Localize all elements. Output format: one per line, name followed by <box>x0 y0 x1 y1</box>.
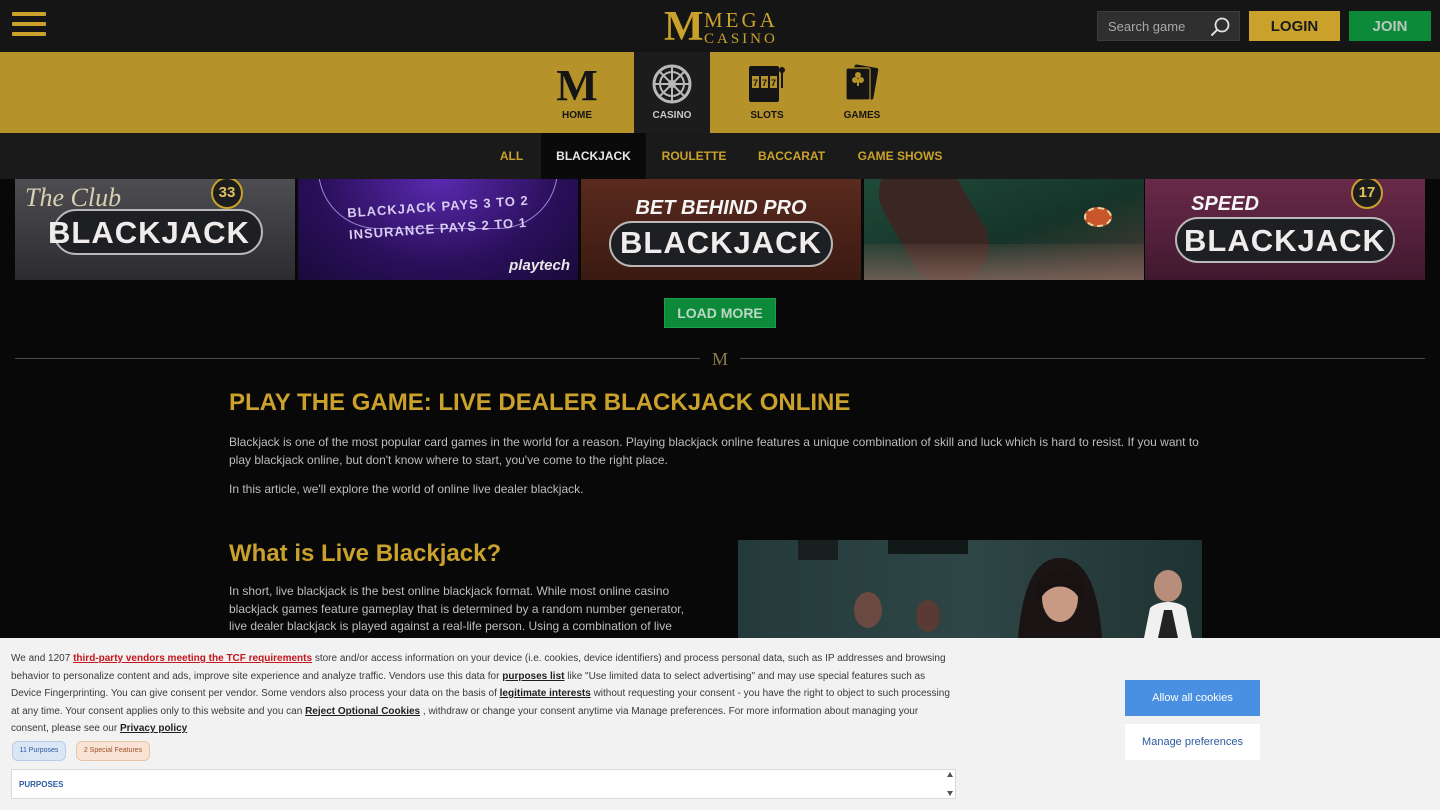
game-tile-playtech-blackjack[interactable]: BLACKJACK PAYS 3 TO 2 INSURANCE PAYS 2 T… <box>298 179 578 280</box>
tile-badge: 33 <box>211 179 243 209</box>
category-slots[interactable]: 7 7 7 SLOTS <box>729 52 805 133</box>
category-label: CASINO <box>652 110 692 121</box>
divider-logo-mark: M <box>711 349 728 369</box>
article-body-paragraph: In short, live blackjack is the best onl… <box>229 584 684 634</box>
purposes-list-box[interactable]: PURPOSES <box>11 769 956 799</box>
tab-roulette[interactable]: ROULETTE <box>650 133 738 179</box>
logo-text-bottom: CASINO <box>704 31 778 47</box>
search-icon[interactable] <box>1209 16 1231 38</box>
game-tile-speed-blackjack[interactable]: 17 SPEED BLACKJACK <box>1145 179 1425 280</box>
chip-stack <box>1084 207 1112 227</box>
playing-cards-icon <box>845 64 879 101</box>
tile-title: BLACKJACK <box>48 215 250 250</box>
game-tile-bet-behind-pro-blackjack[interactable]: BET BEHIND PRO BLACKJACK <box>581 179 861 280</box>
allow-all-cookies-button[interactable]: Allow all cookies <box>1125 680 1260 716</box>
mega-m-icon: M <box>557 64 597 104</box>
manage-preferences-button[interactable]: Manage preferences <box>1125 724 1260 760</box>
special-features-chip[interactable]: 2 Special Features <box>76 741 150 761</box>
category-label: GAMES <box>843 110 881 121</box>
purposes-count-chip[interactable]: 11 Purposes <box>12 741 66 761</box>
tab-baccarat[interactable]: BACCARAT <box>745 133 838 179</box>
svg-text:7: 7 <box>762 78 767 88</box>
menu-icon[interactable] <box>12 12 46 40</box>
article-intro-paragraph-2: In this article, we'll explore the world… <box>229 482 584 496</box>
category-label: HOME <box>562 110 592 121</box>
scroll-up-arrow-icon[interactable] <box>947 772 953 777</box>
cookie-consent-text: We and 1207 third-party vendors meeting … <box>11 650 956 738</box>
category-label: SLOTS <box>750 110 784 121</box>
svg-text:M: M <box>557 64 597 104</box>
purposes-list-link[interactable]: purposes list <box>502 671 564 682</box>
category-games[interactable]: GAMES <box>824 52 900 133</box>
tile-title: BLACKJACK <box>1184 223 1386 258</box>
game-tile-the-club-blackjack[interactable]: The Club 33 BLACKJACK <box>15 179 295 280</box>
tile-title: BLACKJACK <box>620 225 822 260</box>
cookie-text-part: We and 1207 <box>11 653 71 664</box>
purposes-heading: PURPOSES <box>19 780 64 789</box>
search-input[interactable] <box>1098 12 1208 40</box>
reject-optional-cookies-link[interactable]: Reject Optional Cookies <box>305 706 420 717</box>
load-more-button[interactable]: LOAD MORE <box>664 298 776 328</box>
search-box <box>1097 11 1240 41</box>
privacy-policy-link[interactable]: Privacy policy <box>120 723 187 734</box>
svg-text:7: 7 <box>753 78 758 88</box>
tab-game-shows[interactable]: GAME SHOWS <box>845 133 955 179</box>
article-heading: PLAY THE GAME: LIVE DEALER BLACKJACK ONL… <box>229 389 851 416</box>
playtech-logo: playtech <box>509 257 570 274</box>
game-tile-live-table[interactable] <box>864 179 1144 280</box>
top-bar: M MEGA CASINO LOGIN JOIN <box>0 0 1440 52</box>
divider-right <box>740 358 1425 359</box>
mega-casino-logo[interactable]: M MEGA CASINO <box>664 6 778 48</box>
tab-blackjack[interactable]: BLACKJACK <box>541 133 646 179</box>
roulette-wheel-icon <box>652 64 692 104</box>
scroll-down-arrow-icon[interactable] <box>947 791 953 796</box>
category-home[interactable]: M HOME <box>539 52 615 133</box>
game-type-tabs: ALL BLACKJACK ROULETTE BACCARAT GAME SHO… <box>0 133 1440 179</box>
svg-text:7: 7 <box>771 78 776 88</box>
tcf-vendors-link[interactable]: third-party vendors meeting the TCF requ… <box>73 653 312 664</box>
live-dealer-image <box>738 540 1202 638</box>
logo-text-top: MEGA <box>704 8 778 32</box>
join-button[interactable]: JOIN <box>1349 11 1431 41</box>
category-casino[interactable]: CASINO <box>634 52 710 133</box>
live-dealer-photo <box>738 540 1202 638</box>
tile-subtitle: SPEED <box>1191 193 1259 215</box>
tile-subtitle: BET BEHIND PRO <box>635 197 807 219</box>
legitimate-interests-link[interactable]: legitimate interests <box>500 688 591 699</box>
article-intro-paragraph: Blackjack is one of the most popular car… <box>229 435 1199 467</box>
login-button[interactable]: LOGIN <box>1249 11 1340 41</box>
category-nav: M HOME CASINO 7 7 7 SLOTS GAMES <box>0 52 1440 133</box>
game-tiles: The Club 33 BLACKJACK BLACKJACK PAYS 3 T… <box>15 179 1425 280</box>
slot-machine-icon: 7 7 7 <box>749 66 785 102</box>
tab-all[interactable]: ALL <box>484 133 539 179</box>
table-edge <box>864 244 1144 280</box>
article-subheading: What is Live Blackjack? <box>229 540 502 567</box>
divider-left <box>15 358 700 359</box>
logo-mark: M <box>664 4 704 50</box>
